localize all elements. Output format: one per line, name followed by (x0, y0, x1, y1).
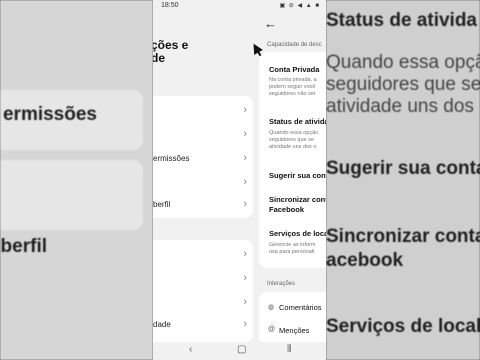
status-time: 18:50 (161, 2, 179, 9)
back-arrow-icon[interactable]: ← (264, 16, 277, 31)
settings-group: › › ermissões › › berfil › (153, 96, 253, 218)
settings-item[interactable]: › (153, 102, 253, 122)
item-description: Quando essa opção (269, 130, 319, 136)
item-suggest-account[interactable]: Sugerir sua conta (269, 171, 326, 180)
background-text: Serviços de locali (326, 316, 480, 337)
chevron-right-icon: › (243, 248, 247, 260)
settings-item[interactable]: › (153, 294, 253, 314)
navigation-bar: ‹ ▢ ⦀ (153, 342, 326, 360)
item-location-services[interactable]: Serviços de loca (269, 229, 326, 238)
background-left: ermissões berfil (0, 0, 153, 360)
item-description: podem seguir você (269, 84, 316, 90)
mention-icon: @ (268, 326, 276, 333)
settings-item[interactable]: › (153, 246, 253, 266)
chevron-right-icon: › (243, 176, 247, 188)
background-text: Sincronizar conta (326, 226, 480, 247)
status-bar: 18:50 ▣ ⊘ ◀ ▲ ■ (153, 0, 326, 12)
item-sync-facebook[interactable]: Sincronizar conta (269, 195, 326, 204)
background-text: Quando essa opção (326, 52, 480, 73)
background-right: Status de ativida Quando essa opção segu… (326, 0, 480, 360)
background-card (0, 160, 143, 230)
item-mentions[interactable]: Menções (279, 326, 309, 335)
background-text: acebook (326, 250, 404, 271)
background-text: berfil (0, 236, 47, 257)
settings-item[interactable]: › (153, 270, 253, 290)
item-description: atividade uns dos o (269, 144, 317, 150)
background-text: ermissões (2, 104, 97, 125)
settings-item-label: berfil (153, 200, 171, 209)
interactions-card: ◍ Comentários @ Menções (259, 292, 326, 342)
nav-back-icon[interactable]: ‹ (189, 344, 192, 355)
item-sync-facebook-line2: Facebook (269, 205, 305, 214)
settings-group: › › › dade › (153, 240, 253, 342)
nav-recents-icon[interactable]: ⦀ (287, 344, 291, 355)
chevron-right-icon: › (243, 296, 247, 308)
item-description: Gerencie as inform (269, 242, 316, 248)
chevron-right-icon: › (243, 104, 247, 116)
settings-item-permissions[interactable]: ermissões › (153, 150, 253, 170)
item-comments[interactable]: Comentários (279, 303, 322, 312)
chevron-right-icon: › (243, 152, 247, 164)
page-title-line: de (153, 51, 166, 65)
chevron-right-icon: › (243, 272, 247, 284)
item-description: usa para personali (269, 249, 315, 255)
privacy-page: ← Capacidade de desc Conta Privada Na co… (259, 12, 326, 342)
item-private-account[interactable]: Conta Privada (269, 65, 319, 74)
item-description: Na conta privada, a (269, 77, 317, 83)
background-text: Sugerir sua conta (326, 158, 480, 179)
section-header: Interações (267, 281, 296, 287)
comment-icon: ◍ (268, 304, 275, 311)
settings-item[interactable]: › (153, 126, 253, 146)
settings-item[interactable]: dade › (153, 316, 253, 336)
page-title: ções e de (153, 39, 188, 65)
section-header: Capacidade de desc (267, 42, 322, 48)
item-description: seguidores não ser (269, 91, 316, 97)
chevron-right-icon: › (243, 128, 247, 140)
item-activity-status[interactable]: Status de ativida (269, 117, 326, 126)
phone-screen: 18:50 ▣ ⊘ ◀ ▲ ■ ções e de › › ermissões ›… (153, 0, 326, 360)
settings-item-profile[interactable]: berfil › (153, 196, 253, 216)
status-icons: ▣ ⊘ ◀ ▲ ■ (279, 3, 320, 9)
background-text: Status de ativida (326, 10, 477, 31)
settings-page: ções e de › › ermissões › › berfil › › › ›… (153, 12, 259, 342)
item-description: seguidores que se (269, 137, 314, 143)
chevron-right-icon: › (243, 198, 247, 210)
background-text: atividade uns dos o (326, 96, 480, 117)
privacy-card: Conta Privada Na conta privada, a podem … (259, 52, 326, 268)
settings-item[interactable]: › (153, 174, 253, 194)
settings-item-label: dade (153, 320, 171, 329)
chevron-right-icon: › (243, 318, 247, 330)
settings-item-label: ermissões (153, 154, 190, 163)
background-text: seguidores que seg (326, 74, 480, 95)
nav-home-icon[interactable]: ▢ (237, 344, 246, 355)
